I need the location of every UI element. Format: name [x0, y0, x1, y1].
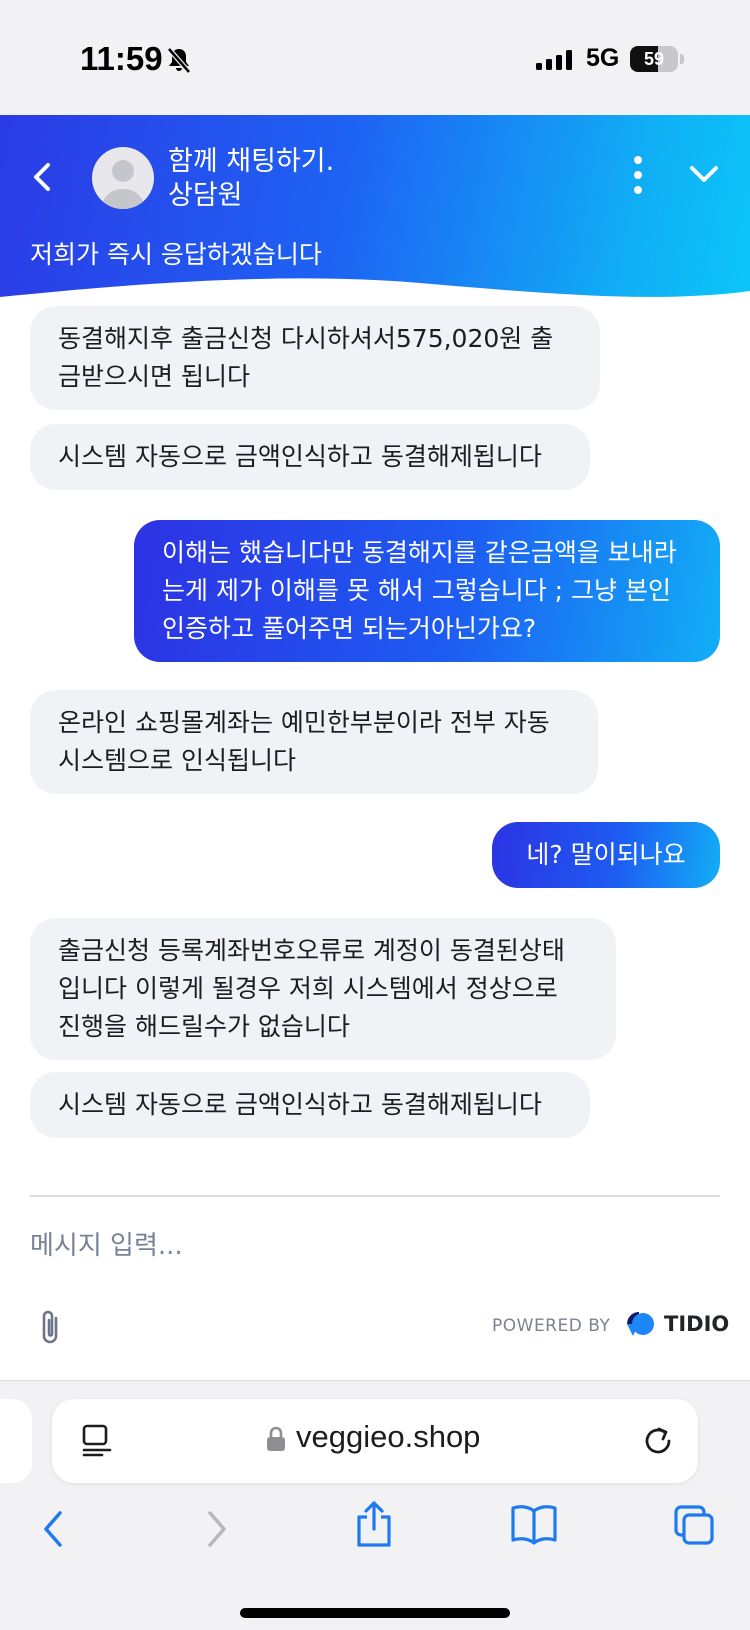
browser-toolbar: veggieo.shop	[0, 1380, 750, 1630]
message-line: 금받으시면 됩니다	[58, 362, 250, 391]
agent-message: 동결해지후 출금신청 다시하셔서575,020원 출 금받으시면 됩니다	[30, 306, 600, 410]
paperclip-icon[interactable]	[36, 1308, 66, 1348]
battery-icon: 59	[630, 46, 678, 72]
home-indicator	[240, 1608, 510, 1618]
message-line: 이해는 했습니다만 동결해지를 같은금액을 보내라	[162, 538, 677, 567]
powered-by-label: POWERED BY	[492, 1316, 611, 1336]
agent-role: 상담원	[168, 180, 243, 211]
more-options-icon[interactable]	[628, 155, 648, 195]
battery-tip	[680, 54, 684, 64]
agent-avatar	[92, 147, 154, 209]
share-icon[interactable]	[354, 1499, 394, 1549]
bookmarks-icon[interactable]	[510, 1503, 558, 1545]
agent-message: 온라인 쇼핑몰계좌는 예민한부분이라 전부 자동 시스템으로 인식됩니다	[30, 690, 598, 794]
status-bar: 11:59 5G 59	[0, 0, 750, 115]
message-line: 진행을 해드릴수가 없습니다	[58, 1012, 350, 1041]
header-wave	[0, 278, 750, 310]
user-message: 네? 말이되나요	[492, 822, 720, 888]
forward-icon[interactable]	[202, 1507, 232, 1551]
message-line: 온라인 쇼핑몰계좌는 예민한부분이라 전부 자동	[58, 708, 550, 737]
tidio-brand[interactable]: TIDIO	[664, 1312, 729, 1336]
reload-icon[interactable]	[642, 1423, 676, 1459]
message-line: 시스템 자동으로 금액인식하고 동결해제됩니다	[58, 1090, 542, 1119]
lock-icon	[267, 1426, 285, 1451]
network-type: 5G	[586, 44, 620, 72]
agent-message: 시스템 자동으로 금액인식하고 동결해제됩니다	[30, 424, 590, 490]
tidio-logo-icon	[627, 1312, 654, 1336]
previous-tab-edge[interactable]	[0, 1399, 32, 1483]
bell-off-icon	[167, 47, 191, 74]
message-line: 동결해지후 출금신청 다시하셔서575,020원 출	[58, 324, 554, 353]
status-time: 11:59	[80, 40, 163, 77]
chat-header: 함께 채팅하기. 상담원 저희가 즉시 응답하겠습니다	[0, 115, 750, 310]
agent-message: 출금신청 등록계좌번호오류로 계정이 동결된상태 입니다 이렇게 될경우 저희 …	[30, 918, 616, 1060]
message-input[interactable]: 메시지 입력...	[30, 1225, 183, 1262]
back-icon[interactable]	[38, 1507, 68, 1551]
person-silhouette-icon	[101, 160, 145, 209]
message-line: 시스템 자동으로 금액인식하고 동결해제됩니다	[58, 442, 542, 471]
cellular-signal-icon	[536, 50, 572, 70]
collapse-chevron-icon[interactable]	[686, 159, 722, 189]
composer-divider	[30, 1195, 720, 1197]
message-line: 시스템으로 인식됩니다	[58, 746, 296, 775]
agent-message: 시스템 자동으로 금액인식하고 동결해제됩니다	[30, 1072, 590, 1138]
message-line: 입니다 이렇게 될경우 저희 시스템에서 정상으로	[58, 974, 558, 1003]
battery-percent: 59	[643, 49, 665, 69]
agent-title: 함께 채팅하기.	[168, 146, 335, 177]
message-line: 는게 제가 이해를 못 해서 그렇습니다 ; 그냥 본인	[162, 576, 671, 605]
message-line: 네? 말이되나요	[526, 840, 686, 869]
address-bar[interactable]: veggieo.shop	[52, 1399, 698, 1483]
user-message: 이해는 했습니다만 동결해지를 같은금액을 보내라 는게 제가 이해를 못 해서…	[134, 520, 720, 662]
message-line: 출금신청 등록계좌번호오류로 계정이 동결된상태	[58, 936, 565, 965]
url-text[interactable]: veggieo.shop	[296, 1419, 480, 1455]
tabs-icon[interactable]	[672, 1503, 716, 1547]
back-chevron-icon[interactable]	[28, 157, 58, 197]
message-line: 인증하고 풀어주면 되는거아닌가요?	[162, 614, 537, 643]
page-menu-icon[interactable]	[82, 1423, 112, 1457]
